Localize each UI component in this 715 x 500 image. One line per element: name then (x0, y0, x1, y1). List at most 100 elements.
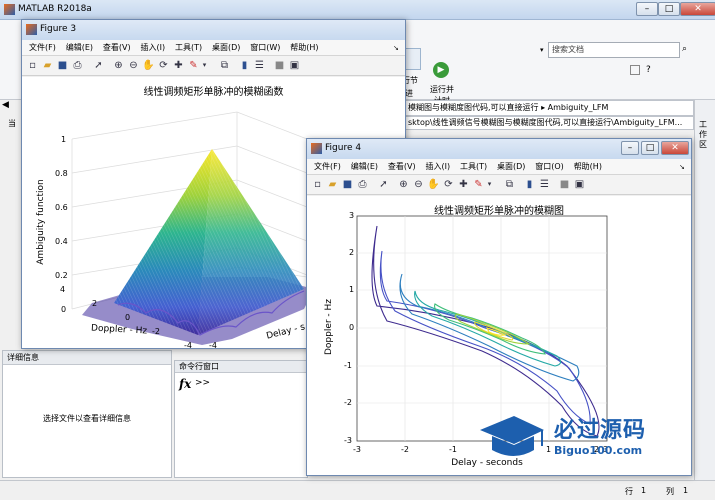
pan-icon[interactable]: ✋ (427, 178, 440, 191)
search-documentation-input[interactable]: 搜索文档 (548, 42, 680, 58)
save-icon[interactable]: ■ (56, 59, 69, 72)
back-arrow-icon[interactable]: ◀ (2, 100, 12, 114)
figure-3-dock-icon[interactable]: ↘ (393, 44, 401, 52)
run-and-time-icon[interactable]: ▶ (433, 62, 449, 78)
delay-tick-neg4: -4 (209, 341, 217, 350)
x-tick-neg1: -1 (449, 445, 457, 454)
current-folder-tab[interactable]: 当 (8, 118, 16, 129)
minimize-button[interactable]: – (636, 2, 658, 16)
open-file-icon[interactable]: ▰ (326, 178, 339, 191)
maximize-button[interactable]: □ (658, 2, 680, 16)
link-plot-icon[interactable]: ⧉ (218, 59, 231, 72)
status-row-label: 行 (625, 487, 633, 496)
figure-4-close-button[interactable]: ✕ (661, 141, 689, 155)
colorbar-icon[interactable]: ▮ (238, 59, 251, 72)
status-bar: 行 1 列 1 (0, 480, 715, 500)
run-and-time-label[interactable]: 运行并 (430, 84, 454, 95)
menu-view[interactable]: 查看(V) (103, 40, 131, 56)
pointer-icon[interactable]: ➚ (377, 178, 390, 191)
zoom-out-icon[interactable]: ⊖ (127, 59, 140, 72)
matlab-window-title: MATLAB R2018a (18, 4, 92, 14)
menu-insert[interactable]: 插入(I) (425, 159, 450, 175)
data-cursor-icon[interactable]: ✚ (457, 178, 470, 191)
zoom-out-icon[interactable]: ⊖ (412, 178, 425, 191)
rotate-icon[interactable]: ⟳ (157, 59, 170, 72)
pointer-icon[interactable]: ➚ (92, 59, 105, 72)
figure-4-dock-icon[interactable]: ↘ (679, 163, 687, 171)
legend-icon[interactable]: ☰ (253, 59, 266, 72)
command-prompt[interactable]: >> (195, 378, 210, 388)
current-folder-path: sktop\线性调频信号模糊图与模糊度图代码,可以直接运行\Ambiguity_… (404, 116, 694, 130)
show-plot-tools-icon[interactable]: ▣ (288, 59, 301, 72)
watermark: 必过源码 Biguo100.com (476, 408, 676, 468)
brush-dropdown-icon[interactable]: ▾ (198, 59, 211, 72)
figure-4-title: Figure 4 (325, 143, 362, 153)
y-tick-0: 0 (349, 323, 355, 332)
menu-help[interactable]: 帮助(H) (290, 40, 318, 56)
menu-window[interactable]: 窗口(O) (535, 159, 564, 175)
ribbon-help-icon[interactable]: ? (646, 65, 651, 75)
menu-help[interactable]: 帮助(H) (574, 159, 602, 175)
menu-desktop[interactable]: 桌面(D) (497, 159, 525, 175)
z-tick-0-2: 0.2 (55, 271, 68, 280)
ribbon-collapse-icon[interactable] (630, 65, 640, 75)
open-file-icon[interactable]: ▰ (41, 59, 54, 72)
print-icon[interactable]: ⎙ (356, 178, 369, 191)
y-tick-neg1: -1 (344, 361, 352, 370)
z-axis-label: Ambiguity function (36, 179, 46, 265)
new-figure-icon[interactable]: ▫ (311, 178, 324, 191)
hide-plot-tools-icon[interactable]: ■ (558, 178, 571, 191)
show-plot-tools-icon[interactable]: ▣ (573, 178, 586, 191)
print-icon[interactable]: ⎙ (71, 59, 84, 72)
menu-tools[interactable]: 工具(T) (460, 159, 487, 175)
fx-icon[interactable]: fx (179, 377, 191, 391)
menu-view[interactable]: 查看(V) (388, 159, 416, 175)
command-window[interactable]: 命令行窗口 fx >> (174, 360, 308, 478)
z-tick-1: 1 (61, 135, 67, 144)
doppler-tick-2: 2 (92, 299, 98, 308)
ribbon-dropdown-icon[interactable]: ▾ (540, 42, 548, 58)
figure-4-minimize-button[interactable]: – (621, 141, 639, 155)
figure-3-menubar: 文件(F) 编辑(E) 查看(V) 插入(I) 工具(T) 桌面(D) 窗口(W… (22, 40, 405, 56)
run-section-label-2[interactable]: 进 (405, 88, 413, 99)
menu-edit[interactable]: 编辑(E) (66, 40, 93, 56)
menu-edit[interactable]: 编辑(E) (351, 159, 378, 175)
new-figure-icon[interactable]: ▫ (26, 59, 39, 72)
brush-dropdown-icon[interactable]: ▾ (483, 178, 496, 191)
status-row-value: 1 (641, 486, 647, 495)
menu-insert[interactable]: 插入(I) (140, 40, 165, 56)
menu-desktop[interactable]: 桌面(D) (212, 40, 240, 56)
z-tick-0-8: 0.8 (55, 169, 68, 178)
x-tick-neg2: -2 (401, 445, 409, 454)
y-tick-neg2: -2 (344, 398, 352, 407)
menu-file[interactable]: 文件(F) (314, 159, 341, 175)
hide-plot-tools-icon[interactable]: ■ (273, 59, 286, 72)
close-button[interactable]: ✕ (680, 2, 715, 16)
figure-4-title-bar: Figure 4 – □ ✕ (307, 139, 691, 159)
doppler-tick-4: 4 (60, 285, 66, 294)
save-icon[interactable]: ■ (341, 178, 354, 191)
graduation-cap-logo (480, 416, 544, 456)
figure-3-title-bar: Figure 3 (22, 20, 405, 40)
legend-icon[interactable]: ☰ (538, 178, 551, 191)
search-icon[interactable]: ⌕ (682, 44, 687, 54)
pan-icon[interactable]: ✋ (142, 59, 155, 72)
z-tick-0-4: 0.4 (55, 237, 68, 246)
rotate-icon[interactable]: ⟳ (442, 178, 455, 191)
current-folder-address-bar[interactable]: 模糊图与模糊度图代码,可以直接运行 ▸ Ambiguity_LFM (404, 100, 694, 116)
menu-window[interactable]: 窗口(W) (250, 40, 280, 56)
link-plot-icon[interactable]: ⧉ (503, 178, 516, 191)
colorbar-icon[interactable]: ▮ (523, 178, 536, 191)
doppler-tick-0: 0 (125, 313, 131, 322)
workspace-tab[interactable]: 工作区 (699, 120, 709, 150)
data-cursor-icon[interactable]: ✚ (172, 59, 185, 72)
menu-tools[interactable]: 工具(T) (175, 40, 202, 56)
zoom-in-icon[interactable]: ⊕ (397, 178, 410, 191)
watermark-url: Biguo100.com (554, 444, 643, 457)
y-axis-label: Doppler - Hz (324, 298, 334, 356)
menu-file[interactable]: 文件(F) (29, 40, 56, 56)
y-tick-2: 2 (349, 248, 355, 257)
zoom-in-icon[interactable]: ⊕ (112, 59, 125, 72)
figure-4-maximize-button[interactable]: □ (641, 141, 659, 155)
matlab-logo-icon (4, 4, 15, 15)
